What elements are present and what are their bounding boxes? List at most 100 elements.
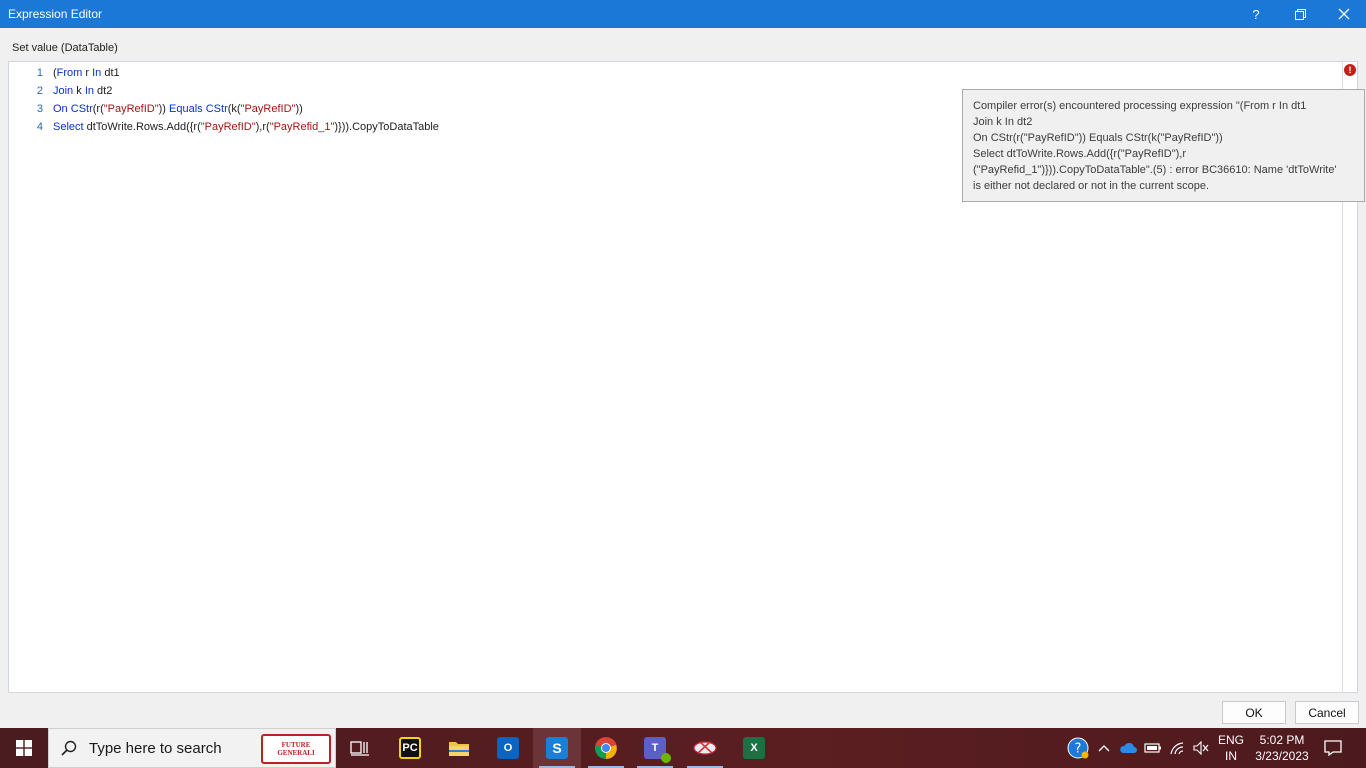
clock-time: 5:02 PM <box>1259 733 1305 747</box>
clock[interactable]: 5:02 PM 3/23/2023 <box>1250 728 1314 768</box>
tooltip-line: ("PayRefid_1")})).CopyToDataTable".(5) :… <box>973 164 1337 176</box>
code-text: (From r In dt1 <box>53 64 120 82</box>
code-token: Equals <box>169 103 203 115</box>
tooltip-line: Compiler error(s) encountered processing… <box>973 100 1307 112</box>
code-token: )) <box>295 103 303 115</box>
error-icon[interactable]: ! <box>1344 64 1356 76</box>
search-placeholder: Type here to search <box>89 739 222 757</box>
battery-tray-button[interactable] <box>1142 728 1164 768</box>
file-explorer-taskbar-button[interactable] <box>435 728 483 768</box>
task-view-icon <box>350 741 369 756</box>
svg-text:?: ? <box>1075 742 1082 757</box>
code-token: In <box>92 67 102 79</box>
window-title: Expression Editor <box>8 7 103 21</box>
language-region: IN <box>1224 749 1237 763</box>
code-token: CStr <box>70 103 93 115</box>
wifi-icon <box>1170 742 1184 755</box>
code-token: "PayRefid_1" <box>269 121 335 133</box>
onedrive-tray-button[interactable] <box>1116 728 1140 768</box>
teams-taskbar-button[interactable]: T <box>631 728 679 768</box>
error-tooltip: Compiler error(s) encountered processing… <box>962 89 1365 202</box>
volume-muted-icon <box>1193 741 1209 755</box>
clock-date: 3/23/2023 <box>1255 749 1309 763</box>
taskbar: Type here to search FUTURE GENERALI PC O… <box>0 728 1366 768</box>
excel-taskbar-button[interactable]: X <box>730 728 778 768</box>
ok-button[interactable]: OK <box>1222 701 1286 724</box>
pycharm-label: PC <box>402 742 418 754</box>
code-token: From <box>56 67 83 79</box>
code-token: ),r( <box>255 121 270 133</box>
code-text: On CStr(r("PayRefID")) Equals CStr(k("Pa… <box>53 100 303 118</box>
snipping-tool-icon <box>693 741 717 755</box>
code-token: dt1 <box>101 67 120 79</box>
file-explorer-icon <box>449 742 469 756</box>
task-view-button[interactable] <box>336 728 384 768</box>
tooltip-line: Select dtToWrite.Rows.Add({r("PayRefID")… <box>973 148 1187 160</box>
start-button[interactable] <box>0 728 48 768</box>
code-text: Join k In dt2 <box>53 82 112 100</box>
tooltip-line: Join k In dt2 <box>973 116 1033 128</box>
code-token: "PayRefID" <box>240 103 296 115</box>
teams-label: T <box>651 742 659 754</box>
code-token: CStr <box>205 103 228 115</box>
uipath-studio-icon: S <box>546 737 568 759</box>
code-token: k <box>73 85 85 97</box>
help-icon: ? <box>1252 6 1260 22</box>
line-number: 3 <box>36 103 43 115</box>
code-token: Join <box>53 85 74 97</box>
wifi-tray-button[interactable] <box>1166 728 1188 768</box>
language-indicator[interactable]: ENG IN <box>1214 728 1248 768</box>
tooltip-line: On CStr(r("PayRefID")) Equals CStr(k("Pa… <box>973 132 1223 144</box>
line-number: 4 <box>36 121 43 133</box>
code-token: Select <box>53 121 84 133</box>
cancel-button[interactable]: Cancel <box>1295 701 1359 724</box>
close-icon <box>1338 8 1350 20</box>
uipath-label: S <box>552 740 562 756</box>
code-token: (k( <box>227 103 241 115</box>
battery-icon <box>1144 743 1161 753</box>
notification-icon <box>1324 740 1342 756</box>
uipath-studio-taskbar-button[interactable]: S <box>533 728 581 768</box>
restore-button[interactable] <box>1278 0 1322 28</box>
code-token: )})).CopyToDataTable <box>334 121 439 133</box>
tooltip-line: is either not declared or not in the cur… <box>973 180 1210 192</box>
taskbar-search-box[interactable]: Type here to search FUTURE GENERALI <box>48 728 336 768</box>
outlook-icon: O <box>497 737 519 759</box>
pycharm-icon: PC <box>399 737 421 759</box>
code-token: dt2 <box>94 85 113 97</box>
restore-icon <box>1294 8 1306 20</box>
teams-icon: T <box>644 737 671 763</box>
windows-logo-icon <box>16 740 32 756</box>
volume-tray-button[interactable] <box>1190 728 1212 768</box>
pycharm-taskbar-button[interactable]: PC <box>386 728 434 768</box>
code-token: "PayRefID" <box>103 103 159 115</box>
language-code: ENG <box>1217 733 1244 747</box>
chrome-icon <box>595 737 617 759</box>
snipping-tool-taskbar-button[interactable] <box>681 728 729 768</box>
future-generali-logo[interactable]: FUTURE GENERALI <box>261 734 331 764</box>
code-token: )) <box>158 103 170 115</box>
line-number: 2 <box>36 85 43 97</box>
show-hidden-icons-button[interactable] <box>1094 728 1114 768</box>
outlook-label: O <box>503 742 513 754</box>
outlook-taskbar-button[interactable]: O <box>484 728 532 768</box>
excel-icon: X <box>743 737 765 759</box>
help-tray-button[interactable]: ? <box>1064 728 1092 768</box>
onedrive-cloud-icon <box>1120 742 1137 753</box>
close-button[interactable] <box>1322 0 1366 28</box>
help-circle-icon: ? <box>1067 737 1089 759</box>
code-text: Select dtToWrite.Rows.Add({r("PayRefID")… <box>53 118 439 136</box>
dialog-subtitle: Set value (DataTable) <box>12 42 118 54</box>
search-icon <box>61 740 77 756</box>
line-number: 1 <box>36 67 43 79</box>
code-token: "PayRefID" <box>200 121 256 133</box>
notifications-button[interactable] <box>1318 728 1348 768</box>
status-check-icon <box>661 753 671 763</box>
code-token: (r( <box>92 103 104 115</box>
chrome-taskbar-button[interactable] <box>582 728 630 768</box>
help-button[interactable]: ? <box>1234 0 1278 28</box>
code-token: dtToWrite.Rows.Add({r( <box>83 121 201 133</box>
code-token: r <box>82 67 93 79</box>
code-token: On <box>53 103 68 115</box>
excel-label: X <box>750 742 758 754</box>
